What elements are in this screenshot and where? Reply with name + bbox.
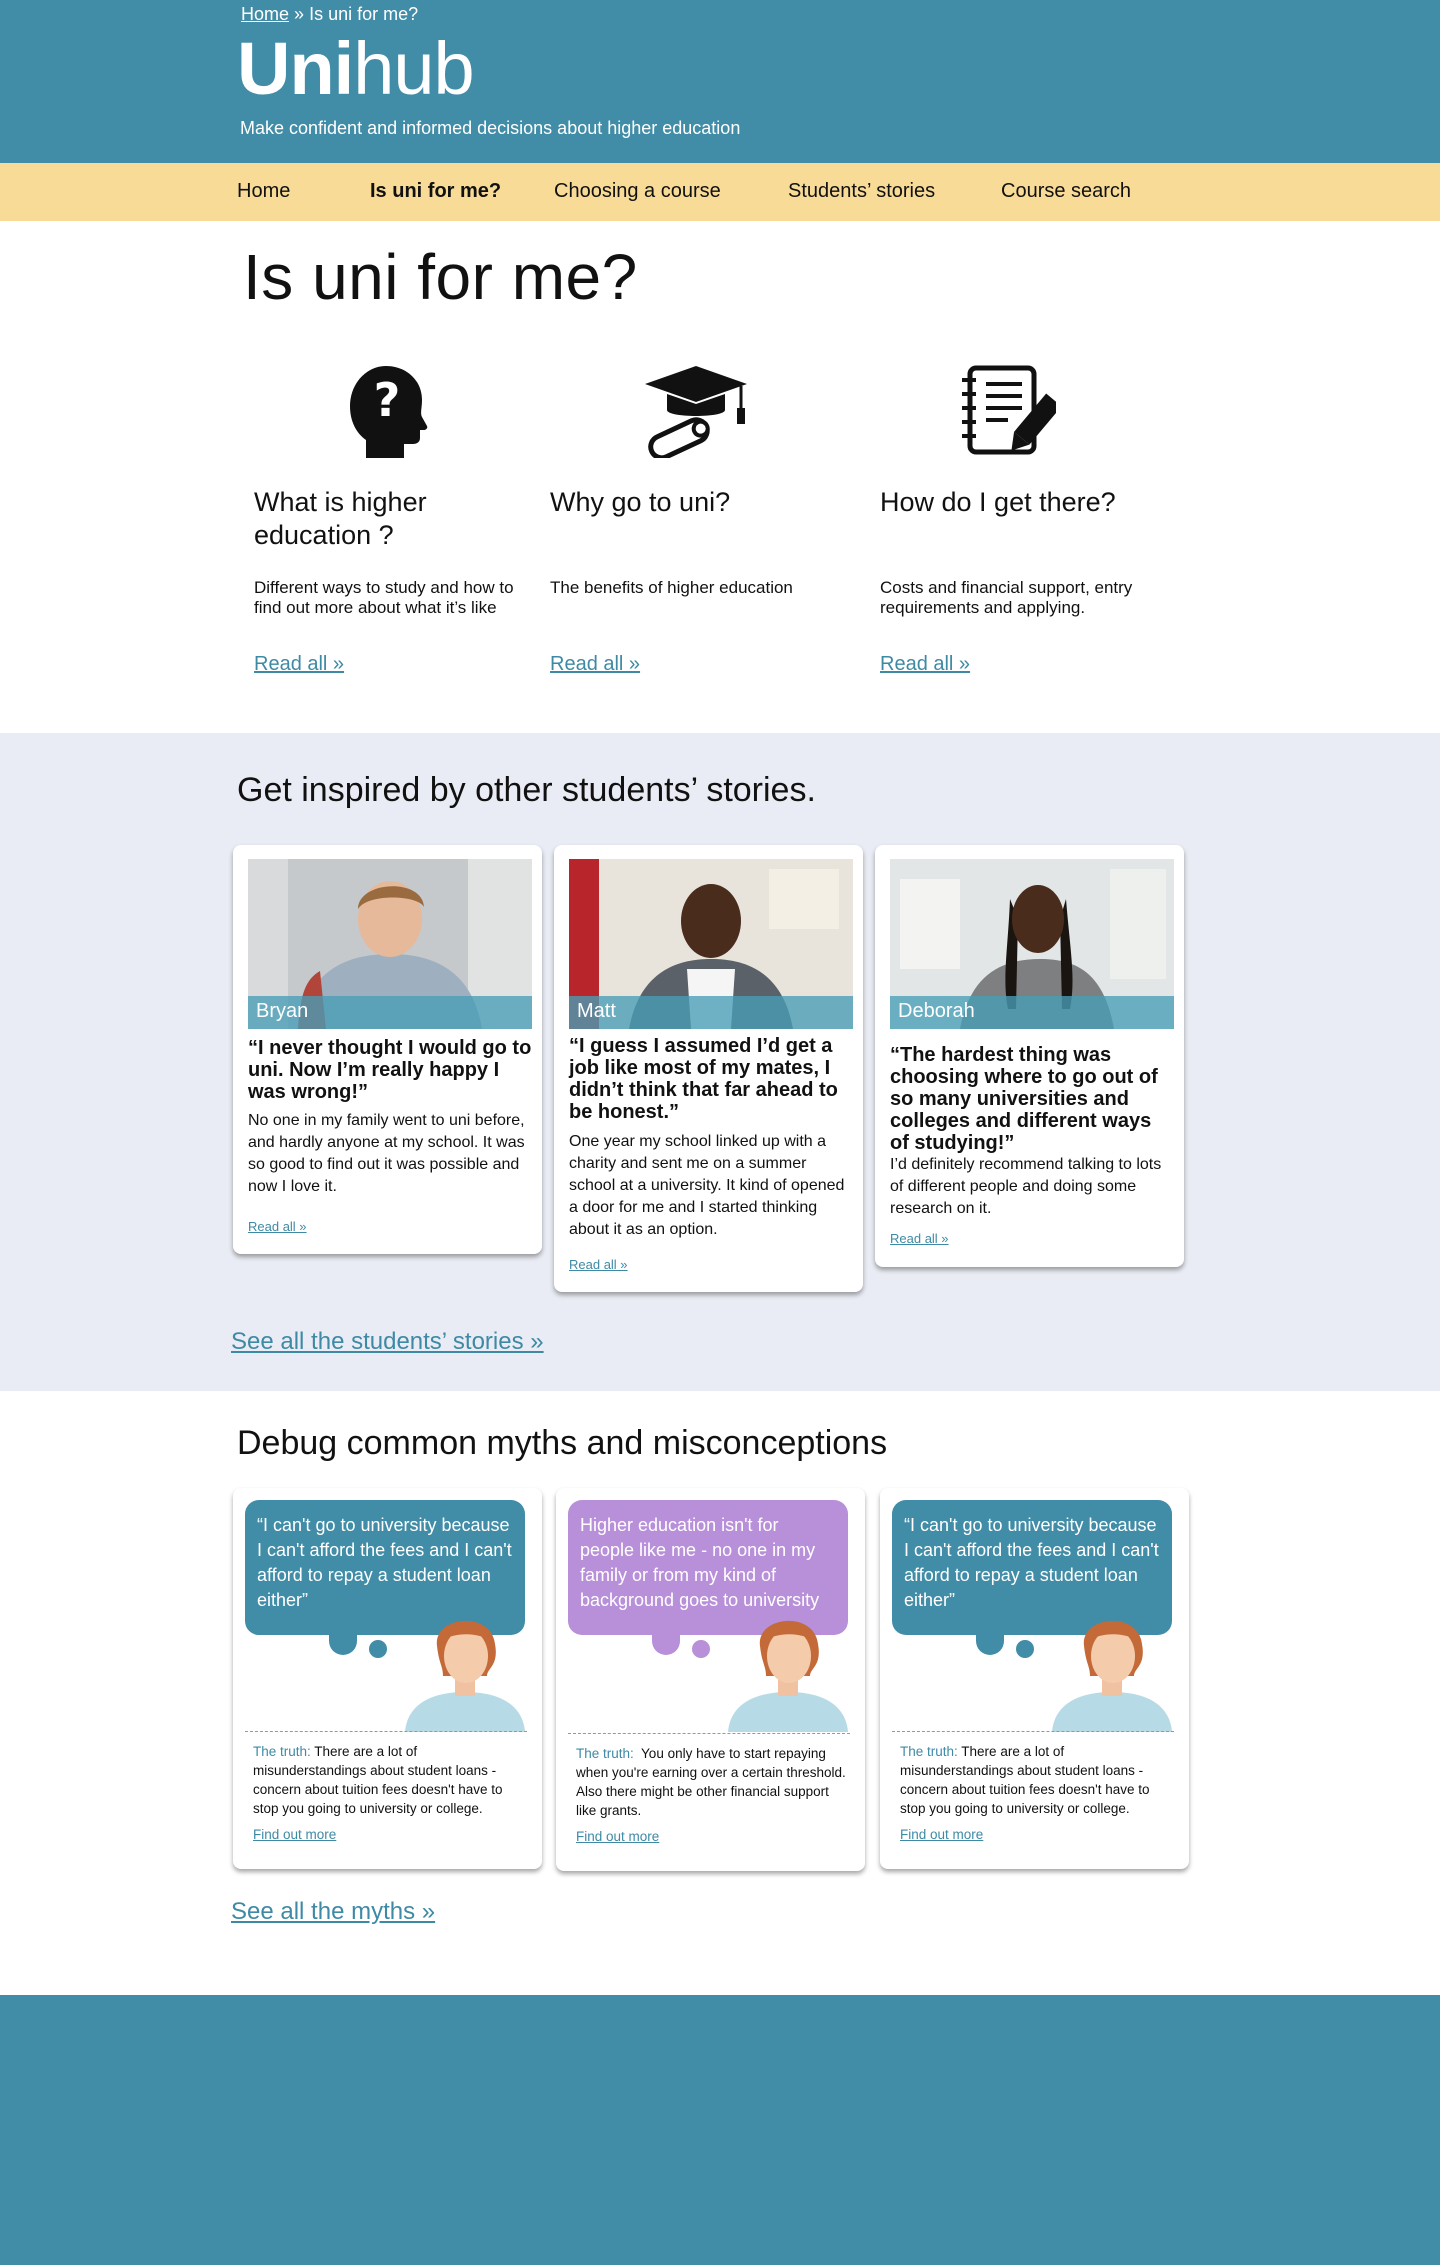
logo-bold-text: Uni — [237, 27, 354, 110]
myth-truth-text: The truth: There are a lot of misunderst… — [900, 1742, 1172, 1818]
breadcrumb-current: Is uni for me? — [309, 4, 419, 24]
student-photo: Deborah — [890, 859, 1174, 1029]
stories-section-title: Get inspired by other students’ stories. — [237, 771, 816, 809]
myth-find-out-more-link[interactable]: Find out more — [576, 1829, 659, 1844]
thought-bubble-dot — [692, 1640, 710, 1658]
nav-item-course-search[interactable]: Course search — [1001, 180, 1131, 203]
student-name: Bryan — [248, 996, 532, 1029]
breadcrumb-home-link[interactable]: Home — [241, 4, 289, 24]
thought-bubble-tail — [976, 1635, 1004, 1655]
thought-bubble-dot — [369, 1640, 387, 1658]
nav-item-home[interactable]: Home — [237, 180, 290, 203]
thought-bubble-dot — [1016, 1640, 1034, 1658]
story-quote: “The hardest thing was choosing where to… — [890, 1044, 1158, 1154]
svg-text:?: ? — [374, 373, 401, 427]
myth-card[interactable]: “I can't go to university because I can'… — [233, 1488, 542, 1869]
topic-read-all-link[interactable]: Read all » — [550, 653, 640, 676]
topic-description: The benefits of higher education — [550, 578, 793, 597]
story-card[interactable]: Deborah “The hardest thing was choosing … — [875, 845, 1184, 1267]
site-footer — [0, 1995, 1440, 2265]
woman-thinking-illustration — [405, 1620, 525, 1732]
see-all-myths-link[interactable]: See all the myths » — [231, 1898, 435, 1926]
story-quote: “I guess I assumed I’d get a job like mo… — [569, 1035, 838, 1123]
student-name: Deborah — [890, 996, 1174, 1029]
breadcrumb-separator: » — [294, 4, 305, 24]
myth-find-out-more-link[interactable]: Find out more — [900, 1827, 983, 1842]
unihub-logo[interactable]: Unihub — [237, 32, 475, 106]
head-question-icon: ? — [350, 366, 428, 458]
myth-truth-text: The truth: There are a lot of misunderst… — [253, 1742, 525, 1818]
topic-title: What is higher education ? — [254, 487, 427, 550]
story-body: No one in my family went to uni before, … — [248, 1112, 525, 1195]
breadcrumb: Home » Is uni for me? — [241, 4, 418, 25]
graduation-cap-icon — [645, 366, 747, 458]
story-read-all-link[interactable]: Read all » — [248, 1219, 307, 1234]
topic-read-all-link[interactable]: Read all » — [254, 653, 344, 676]
story-quote: “I never thought I would go to uni. Now … — [248, 1037, 532, 1103]
dashed-divider — [892, 1731, 1174, 1732]
myths-section-title: Debug common myths and misconceptions — [237, 1424, 888, 1462]
woman-thinking-illustration — [1052, 1620, 1172, 1732]
story-read-all-link[interactable]: Read all » — [569, 1257, 628, 1272]
myth-card[interactable]: “I can't go to university because I can'… — [880, 1488, 1189, 1869]
woman-thinking-illustration — [728, 1620, 848, 1732]
nav-item-students-stories[interactable]: Students’ stories — [788, 180, 935, 203]
truth-label: The truth: — [253, 1744, 311, 1759]
myth-truth-text: The truth: You only have to start repayi… — [576, 1744, 848, 1820]
notebook-pencil-icon — [962, 365, 1056, 455]
dashed-divider — [245, 1731, 527, 1732]
story-body: One year my school linked up with a char… — [569, 1133, 845, 1238]
students-stories-section: Get inspired by other students’ stories.… — [0, 733, 1440, 1391]
myth-find-out-more-link[interactable]: Find out more — [253, 1827, 336, 1842]
topic-description: Costs and financial support, entry requi… — [880, 578, 1133, 617]
nav-item-is-uni-for-me[interactable]: Is uni for me? — [370, 180, 501, 203]
logo-light-text: hub — [353, 27, 474, 110]
story-body: I’d definitely recommend talking to lots… — [890, 1156, 1162, 1217]
nav-item-choosing-a-course[interactable]: Choosing a course — [554, 180, 721, 203]
myth-card[interactable]: Higher education isn't for people like m… — [556, 1488, 865, 1871]
topic-title: How do I get there? — [880, 487, 1116, 517]
topic-title: Why go to uni? — [550, 487, 731, 517]
student-photo: Bryan — [248, 859, 532, 1029]
story-read-all-link[interactable]: Read all » — [890, 1231, 949, 1246]
see-all-stories-link[interactable]: See all the students’ stories » — [231, 1328, 544, 1356]
story-card[interactable]: Matt “I guess I assumed I’d get a job li… — [554, 845, 863, 1292]
truth-label: The truth: — [900, 1744, 958, 1759]
tagline: Make confident and informed decisions ab… — [240, 118, 741, 138]
topic-description: Different ways to study and how to find … — [254, 578, 514, 617]
truth-label: The truth: — [576, 1746, 634, 1761]
thought-bubble-tail — [329, 1635, 357, 1655]
student-name: Matt — [569, 996, 853, 1029]
main-nav: Home Is uni for me? Choosing a course St… — [0, 163, 1440, 221]
site-header: Home » Is uni for me? Unihub Make confid… — [0, 0, 1440, 163]
student-photo: Matt — [569, 859, 853, 1029]
story-card[interactable]: Bryan “I never thought I would go to uni… — [233, 845, 542, 1254]
thought-bubble-tail — [652, 1635, 680, 1655]
dashed-divider — [568, 1733, 850, 1734]
topic-read-all-link[interactable]: Read all » — [880, 653, 970, 676]
page-title: Is uni for me? — [243, 241, 638, 313]
